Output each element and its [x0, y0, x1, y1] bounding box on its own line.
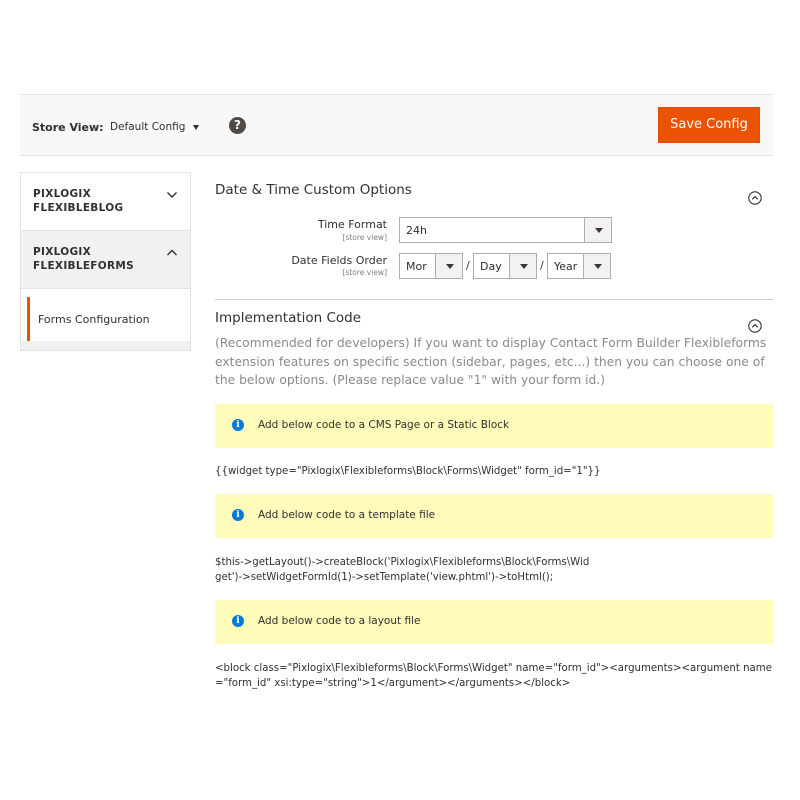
- notice-template-file: i Add below code to a template file: [215, 494, 773, 538]
- sidebar-section-title: PIXLOGIX FLEXIBLEBLOG: [33, 188, 124, 214]
- dropdown-arrow-icon: [509, 254, 536, 278]
- notice-text: Add below code to a layout file: [258, 615, 421, 627]
- date-separator: /: [466, 259, 470, 272]
- date-order-month-select[interactable]: Mor: [399, 253, 463, 279]
- sidebar-item-label: Forms Configuration: [38, 313, 150, 326]
- date-order-year-value: Year: [554, 260, 578, 273]
- time-format-select[interactable]: 24h: [399, 217, 612, 243]
- info-icon: i: [232, 509, 244, 521]
- code-snippet-template: $this->getLayout()->createBlock('Pixlogi…: [215, 557, 590, 583]
- store-view-selected: Default Config: [110, 121, 186, 133]
- section-divider: [215, 299, 773, 300]
- time-format-value: 24h: [406, 224, 427, 237]
- store-view-switcher[interactable]: Default Config: [110, 121, 200, 133]
- date-order-month-value: Mor: [406, 260, 427, 273]
- caret-down-icon: [193, 124, 200, 130]
- time-format-label: Time Format: [317, 218, 387, 231]
- chevron-down-icon: [167, 192, 177, 198]
- datetime-section-title[interactable]: Date & Time Custom Options: [215, 182, 412, 198]
- time-format-scope: [store view]: [342, 233, 387, 242]
- collapse-icon[interactable]: [748, 319, 762, 333]
- code-snippet-widget: {{widget type="Pixlogix\Flexibleforms\Bl…: [215, 466, 601, 477]
- info-icon: i: [232, 419, 244, 431]
- sidebar-footer: [21, 341, 190, 350]
- help-icon[interactable]: ?: [229, 117, 246, 134]
- dropdown-arrow-icon: [435, 254, 462, 278]
- dropdown-arrow-icon: [584, 218, 611, 242]
- config-sidebar: PIXLOGIX FLEXIBLEBLOG PIXLOGIX FLEXIBLEF…: [20, 172, 191, 351]
- notice-text: Add below code to a CMS Page or a Static…: [258, 419, 510, 431]
- save-config-button[interactable]: Save Config: [658, 107, 760, 143]
- date-order-day-select[interactable]: Day: [473, 253, 537, 279]
- notice-cms-block: i Add below code to a CMS Page or a Stat…: [215, 404, 773, 448]
- collapse-icon[interactable]: [748, 191, 762, 205]
- date-order-day-value: Day: [480, 260, 502, 273]
- sidebar-section-flexibleforms[interactable]: PIXLOGIX FLEXIBLEFORMS: [21, 231, 190, 289]
- code-snippet-layout: <block class="Pixlogix\Flexibleforms\Blo…: [215, 663, 772, 689]
- notice-layout-file: i Add below code to a layout file: [215, 600, 773, 644]
- store-view-bar: Store View: Default Config ? Save Config: [20, 94, 773, 156]
- dropdown-arrow-icon: [583, 254, 610, 278]
- store-view-label: Store View:: [32, 121, 104, 134]
- implementation-description: (Recommended for developers) If you want…: [215, 336, 767, 387]
- active-indicator: [27, 297, 30, 343]
- notice-text: Add below code to a template file: [258, 509, 436, 521]
- date-order-year-select[interactable]: Year: [547, 253, 611, 279]
- date-separator: /: [540, 259, 544, 272]
- implementation-section-title[interactable]: Implementation Code: [215, 310, 361, 326]
- sidebar-section-title: PIXLOGIX FLEXIBLEFORMS: [33, 246, 134, 272]
- date-fields-order-scope: [store view]: [342, 268, 387, 277]
- sidebar-item-forms-configuration[interactable]: Forms Configuration: [21, 289, 190, 344]
- info-icon: i: [232, 615, 244, 627]
- date-fields-order-label: Date Fields Order: [291, 254, 387, 267]
- chevron-up-icon: [167, 249, 177, 256]
- sidebar-section-flexibleblog[interactable]: PIXLOGIX FLEXIBLEBLOG: [21, 173, 190, 231]
